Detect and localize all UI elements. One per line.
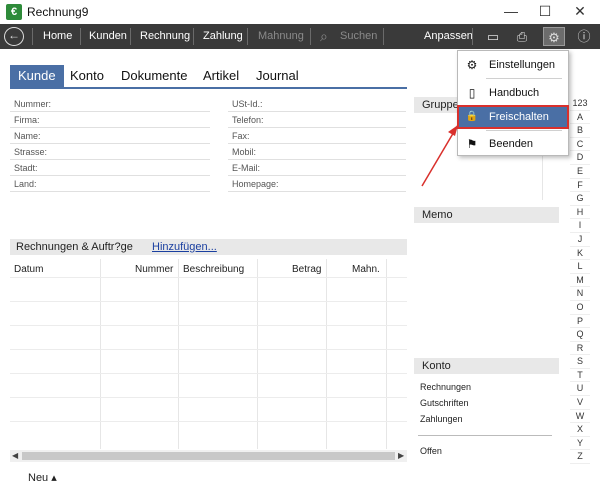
annotation-arrow [421,124,459,187]
